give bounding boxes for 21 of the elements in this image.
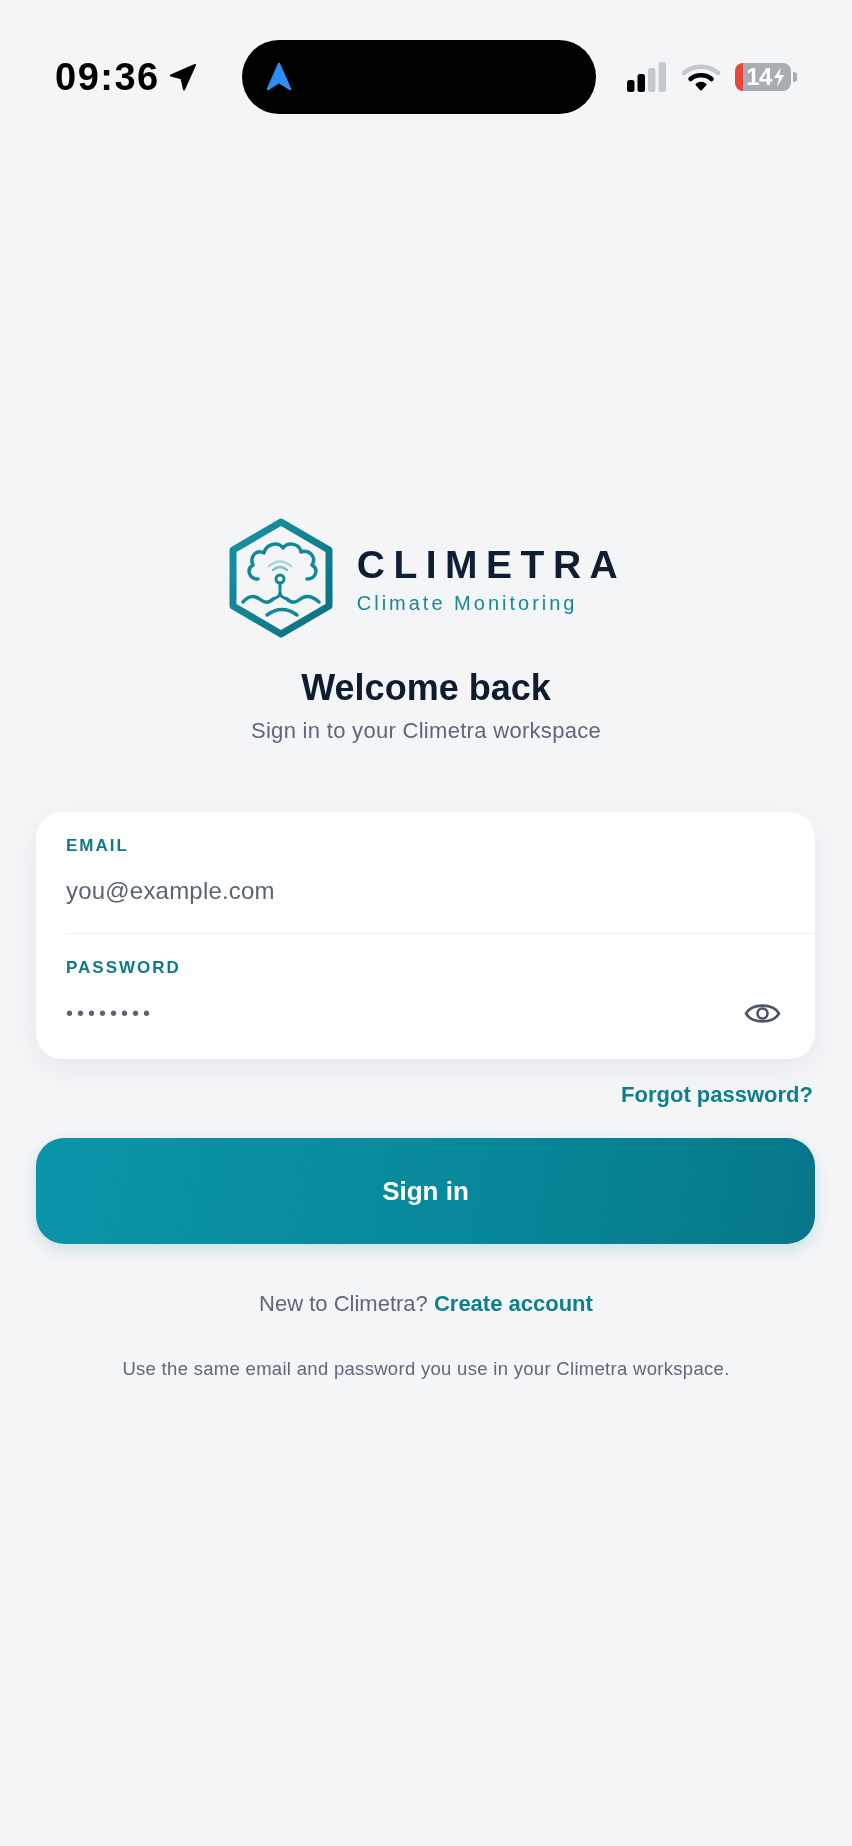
navigation-arrow-icon	[266, 62, 292, 92]
help-note: Use the same email and password you use in your Climetra workspace.	[122, 1357, 730, 1381]
page-heading: Welcome back	[301, 666, 551, 710]
wifi-icon	[682, 63, 720, 91]
forgot-password-link[interactable]: Forgot password?	[621, 1081, 813, 1109]
create-account-link[interactable]: Create account	[433, 1291, 593, 1316]
charging-bolt-icon	[772, 67, 785, 87]
field-label: PASSWORD	[66, 958, 181, 978]
password-field[interactable]: ••••••••	[66, 995, 732, 1031]
sign-in-button[interactable]: Sign in	[36, 1138, 815, 1244]
signal-icon	[627, 62, 667, 92]
logo-tagline: Climate Monitoring	[356, 592, 579, 614]
page-subtitle: Sign in to your Climetra workspace	[250, 717, 602, 745]
status-time: 09:36	[55, 55, 160, 99]
signup-prompt: New to Climetra? Create account	[259, 1290, 593, 1318]
location-arrow-icon	[168, 63, 197, 91]
battery-percentage: 14	[746, 65, 772, 89]
hexagon-cloud-logo-icon	[227, 518, 334, 638]
logo-wordmark: CLIMETRA	[356, 548, 627, 582]
email-field[interactable]: you@example.com	[66, 873, 781, 909]
field-label: EMAIL	[66, 836, 129, 856]
